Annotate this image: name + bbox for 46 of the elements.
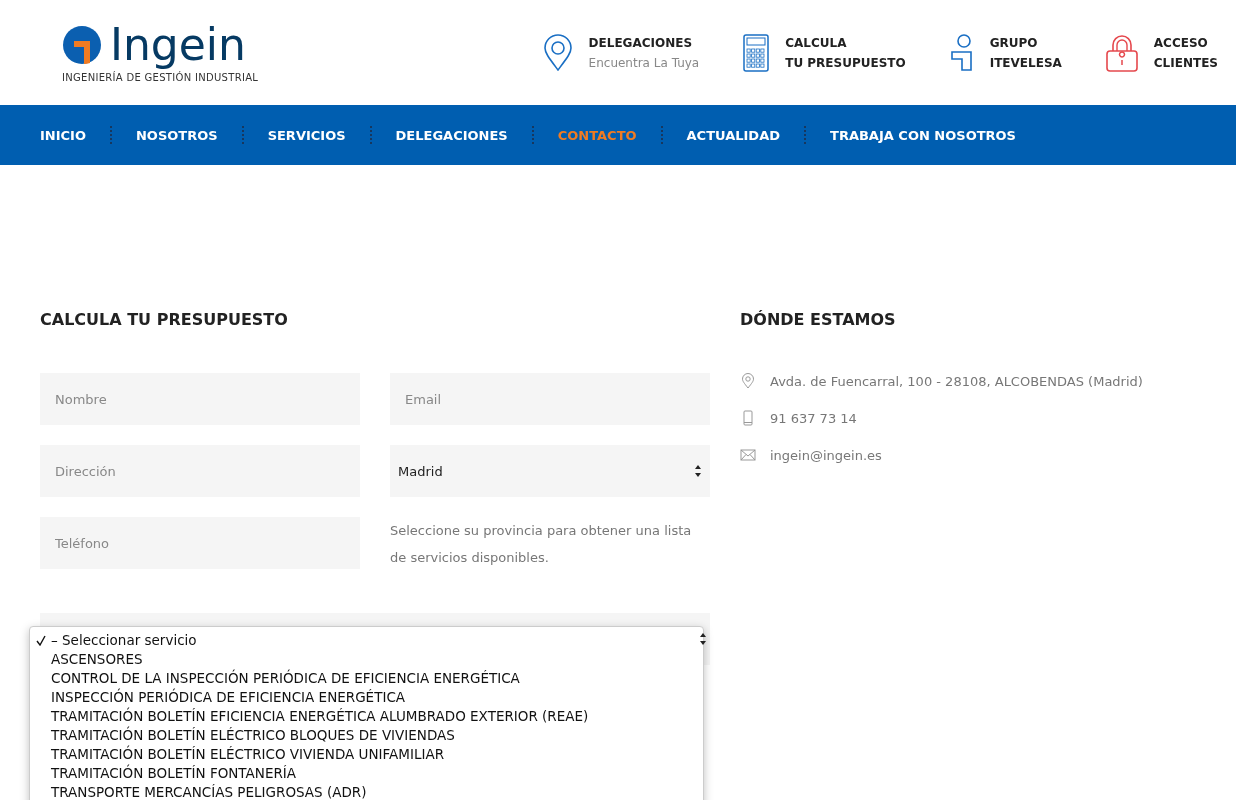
nav-link[interactable]: SERVICIOS <box>267 127 346 143</box>
contact-heading: DÓNDE ESTAMOS <box>740 310 897 329</box>
dropdown-option[interactable]: INSPECCIÓN PERIÓDICA DE EFICIENCIA ENERGÉTICA <box>30 688 703 707</box>
province-select[interactable]: Madrid <box>390 445 710 497</box>
input-field[interactable]: Dirección <box>40 445 360 497</box>
person-icon <box>949 33 974 72</box>
header-link-title[interactable]: GRUPO <box>989 35 1062 50</box>
dropdown-option[interactable]: TRAMITACIÓN BOLETÍN ELÉCTRICO BLOQUES DE VIVIENDAS <box>30 726 703 745</box>
nav-link[interactable]: ACTUALIDAD <box>686 127 780 143</box>
header-link-subtitle[interactable]: ITEVELESA <box>989 55 1062 70</box>
mail-icon <box>740 447 756 463</box>
dropdown-option[interactable]: TRAMITACIÓN BOLETÍN FONTANERÍA <box>30 764 703 783</box>
contact-text: ingein@ingein.es <box>770 447 882 463</box>
form-heading: CALCULA TU PRESUPUESTO <box>40 310 289 329</box>
phone-icon <box>740 410 756 426</box>
header-link-subtitle[interactable]: CLIENTES <box>1153 55 1218 70</box>
logo-wordmark: Ingein <box>110 22 246 68</box>
header-link-title[interactable]: DELEGACIONES <box>588 35 700 50</box>
location-pin-icon <box>740 373 756 389</box>
dropdown-option[interactable]: TRANSPORTE MERCANCÍAS PELIGROSAS (ADR) <box>30 783 703 800</box>
nav-link[interactable]: TRABAJA CON NOSOTROS <box>830 127 1016 143</box>
dropdown-option[interactable]: ASCENSORES <box>30 650 703 669</box>
lock-icon <box>1105 33 1138 72</box>
select-arrows-icon <box>694 464 702 478</box>
dropdown-option[interactable]: TRAMITACIÓN BOLETÍN ELÉCTRICO VIVIENDA UNIFAMILIAR <box>30 745 703 764</box>
input-field[interactable]: Email <box>390 373 710 425</box>
nav-link[interactable]: DELEGACIONES <box>395 127 508 143</box>
contact-text: 91 637 73 14 <box>770 410 857 426</box>
dropdown-option[interactable]: CONTROL DE LA INSPECCIÓN PERIÓDICA DE EFICIENCIA ENERGÉTICA <box>30 669 703 688</box>
select-arrows-icon <box>699 632 707 646</box>
header-link-subtitle[interactable]: Encuentra La Tuya <box>588 55 700 70</box>
dropdown-option[interactable]: TRAMITACIÓN BOLETÍN EFICIENCIA ENERGÉTICA ALUMBRADO EXTERIOR (REAE) <box>30 707 703 726</box>
nav-link[interactable]: NOSOTROS <box>136 127 218 143</box>
contact-text: Avda. de Fuencarral, 100 - 28108, ALCOBENDAS (Madrid) <box>770 373 1143 389</box>
nav-link[interactable]: INICIO <box>40 127 86 143</box>
province-hint: Seleccione su provincia para obtener una lista de servicios disponibles. <box>390 522 693 567</box>
logo-tagline: INGENIERÍA DE GESTIÓN INDUSTRIAL <box>62 72 259 83</box>
logo-icon <box>62 25 102 65</box>
location-pin-icon <box>542 33 573 72</box>
header-link-subtitle[interactable]: TU PRESUPUESTO <box>785 55 906 70</box>
dropdown-option[interactable]: – Seleccionar servicio <box>30 631 703 650</box>
input-field[interactable]: Teléfono <box>40 517 360 569</box>
calculator-icon <box>743 33 770 72</box>
input-field[interactable]: Nombre <box>40 373 360 425</box>
header-link-title[interactable]: CALCULA <box>785 35 906 50</box>
header-link-title[interactable]: ACCESO <box>1153 35 1218 50</box>
